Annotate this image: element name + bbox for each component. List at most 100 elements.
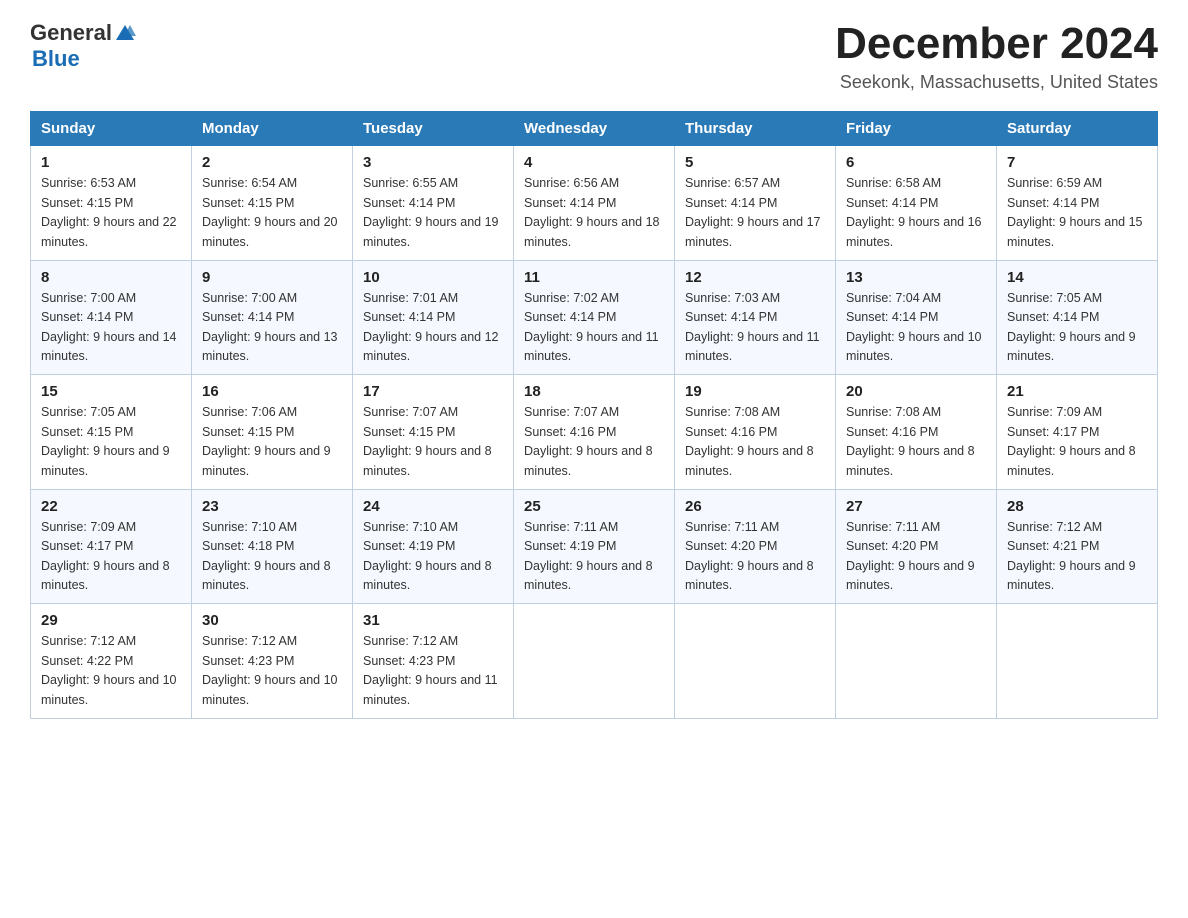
week-row-4: 22 Sunrise: 7:09 AMSunset: 4:17 PMDaylig…	[31, 489, 1158, 604]
day-info: Sunrise: 7:08 AMSunset: 4:16 PMDaylight:…	[846, 405, 975, 477]
col-monday: Monday	[192, 112, 353, 146]
col-friday: Friday	[836, 112, 997, 146]
day-info: Sunrise: 7:11 AMSunset: 4:20 PMDaylight:…	[685, 520, 814, 592]
day-number: 2	[202, 154, 342, 171]
day-number: 29	[41, 612, 181, 629]
day-info: Sunrise: 7:11 AMSunset: 4:20 PMDaylight:…	[846, 520, 975, 592]
day-cell: 12 Sunrise: 7:03 AMSunset: 4:14 PMDaylig…	[675, 260, 836, 375]
day-number: 12	[685, 269, 825, 286]
day-info: Sunrise: 7:12 AMSunset: 4:21 PMDaylight:…	[1007, 520, 1136, 592]
day-cell: 11 Sunrise: 7:02 AMSunset: 4:14 PMDaylig…	[514, 260, 675, 375]
month-title: December 2024	[835, 20, 1158, 68]
day-cell	[997, 604, 1158, 719]
day-number: 28	[1007, 498, 1147, 515]
day-cell: 5 Sunrise: 6:57 AMSunset: 4:14 PMDayligh…	[675, 146, 836, 261]
day-number: 6	[846, 154, 986, 171]
day-info: Sunrise: 7:03 AMSunset: 4:14 PMDaylight:…	[685, 291, 820, 363]
day-info: Sunrise: 7:04 AMSunset: 4:14 PMDaylight:…	[846, 291, 982, 363]
col-saturday: Saturday	[997, 112, 1158, 146]
day-cell: 27 Sunrise: 7:11 AMSunset: 4:20 PMDaylig…	[836, 489, 997, 604]
day-info: Sunrise: 7:02 AMSunset: 4:14 PMDaylight:…	[524, 291, 659, 363]
day-cell	[514, 604, 675, 719]
day-info: Sunrise: 7:07 AMSunset: 4:16 PMDaylight:…	[524, 405, 653, 477]
day-info: Sunrise: 6:59 AMSunset: 4:14 PMDaylight:…	[1007, 176, 1143, 248]
day-number: 3	[363, 154, 503, 171]
col-sunday: Sunday	[31, 112, 192, 146]
day-number: 26	[685, 498, 825, 515]
day-cell: 10 Sunrise: 7:01 AMSunset: 4:14 PMDaylig…	[353, 260, 514, 375]
day-cell: 25 Sunrise: 7:11 AMSunset: 4:19 PMDaylig…	[514, 489, 675, 604]
day-number: 14	[1007, 269, 1147, 286]
calendar-table: Sunday Monday Tuesday Wednesday Thursday…	[30, 111, 1158, 719]
day-cell: 22 Sunrise: 7:09 AMSunset: 4:17 PMDaylig…	[31, 489, 192, 604]
day-info: Sunrise: 7:12 AMSunset: 4:22 PMDaylight:…	[41, 634, 177, 706]
day-cell: 17 Sunrise: 7:07 AMSunset: 4:15 PMDaylig…	[353, 375, 514, 490]
day-number: 27	[846, 498, 986, 515]
day-number: 10	[363, 269, 503, 286]
week-row-2: 8 Sunrise: 7:00 AMSunset: 4:14 PMDayligh…	[31, 260, 1158, 375]
day-info: Sunrise: 7:05 AMSunset: 4:15 PMDaylight:…	[41, 405, 170, 477]
week-row-1: 1 Sunrise: 6:53 AMSunset: 4:15 PMDayligh…	[31, 146, 1158, 261]
day-cell	[836, 604, 997, 719]
day-number: 9	[202, 269, 342, 286]
day-number: 19	[685, 383, 825, 400]
week-row-5: 29 Sunrise: 7:12 AMSunset: 4:22 PMDaylig…	[31, 604, 1158, 719]
day-number: 22	[41, 498, 181, 515]
day-cell: 2 Sunrise: 6:54 AMSunset: 4:15 PMDayligh…	[192, 146, 353, 261]
day-cell: 31 Sunrise: 7:12 AMSunset: 4:23 PMDaylig…	[353, 604, 514, 719]
day-cell: 28 Sunrise: 7:12 AMSunset: 4:21 PMDaylig…	[997, 489, 1158, 604]
day-info: Sunrise: 7:09 AMSunset: 4:17 PMDaylight:…	[41, 520, 170, 592]
day-info: Sunrise: 6:53 AMSunset: 4:15 PMDaylight:…	[41, 176, 177, 248]
day-cell: 14 Sunrise: 7:05 AMSunset: 4:14 PMDaylig…	[997, 260, 1158, 375]
day-cell: 3 Sunrise: 6:55 AMSunset: 4:14 PMDayligh…	[353, 146, 514, 261]
day-info: Sunrise: 6:56 AMSunset: 4:14 PMDaylight:…	[524, 176, 660, 248]
day-number: 21	[1007, 383, 1147, 400]
day-number: 23	[202, 498, 342, 515]
day-number: 20	[846, 383, 986, 400]
day-cell: 8 Sunrise: 7:00 AMSunset: 4:14 PMDayligh…	[31, 260, 192, 375]
day-info: Sunrise: 7:09 AMSunset: 4:17 PMDaylight:…	[1007, 405, 1136, 477]
day-info: Sunrise: 7:10 AMSunset: 4:19 PMDaylight:…	[363, 520, 492, 592]
day-cell: 20 Sunrise: 7:08 AMSunset: 4:16 PMDaylig…	[836, 375, 997, 490]
day-number: 17	[363, 383, 503, 400]
day-number: 15	[41, 383, 181, 400]
day-number: 13	[846, 269, 986, 286]
day-info: Sunrise: 7:11 AMSunset: 4:19 PMDaylight:…	[524, 520, 653, 592]
day-info: Sunrise: 6:55 AMSunset: 4:14 PMDaylight:…	[363, 176, 499, 248]
day-number: 24	[363, 498, 503, 515]
day-number: 1	[41, 154, 181, 171]
day-cell: 19 Sunrise: 7:08 AMSunset: 4:16 PMDaylig…	[675, 375, 836, 490]
day-cell: 26 Sunrise: 7:11 AMSunset: 4:20 PMDaylig…	[675, 489, 836, 604]
logo-general-text: General	[30, 20, 112, 46]
day-number: 30	[202, 612, 342, 629]
day-number: 18	[524, 383, 664, 400]
day-number: 16	[202, 383, 342, 400]
day-cell: 18 Sunrise: 7:07 AMSunset: 4:16 PMDaylig…	[514, 375, 675, 490]
title-section: December 2024 Seekonk, Massachusetts, Un…	[835, 20, 1158, 93]
day-cell: 30 Sunrise: 7:12 AMSunset: 4:23 PMDaylig…	[192, 604, 353, 719]
day-number: 7	[1007, 154, 1147, 171]
day-cell: 21 Sunrise: 7:09 AMSunset: 4:17 PMDaylig…	[997, 375, 1158, 490]
col-tuesday: Tuesday	[353, 112, 514, 146]
day-cell: 23 Sunrise: 7:10 AMSunset: 4:18 PMDaylig…	[192, 489, 353, 604]
day-cell	[675, 604, 836, 719]
day-info: Sunrise: 7:06 AMSunset: 4:15 PMDaylight:…	[202, 405, 331, 477]
week-row-3: 15 Sunrise: 7:05 AMSunset: 4:15 PMDaylig…	[31, 375, 1158, 490]
day-number: 11	[524, 269, 664, 286]
day-number: 8	[41, 269, 181, 286]
day-cell: 16 Sunrise: 7:06 AMSunset: 4:15 PMDaylig…	[192, 375, 353, 490]
day-cell: 1 Sunrise: 6:53 AMSunset: 4:15 PMDayligh…	[31, 146, 192, 261]
day-info: Sunrise: 7:10 AMSunset: 4:18 PMDaylight:…	[202, 520, 331, 592]
day-info: Sunrise: 7:07 AMSunset: 4:15 PMDaylight:…	[363, 405, 492, 477]
day-cell: 13 Sunrise: 7:04 AMSunset: 4:14 PMDaylig…	[836, 260, 997, 375]
day-info: Sunrise: 6:57 AMSunset: 4:14 PMDaylight:…	[685, 176, 821, 248]
day-info: Sunrise: 7:00 AMSunset: 4:14 PMDaylight:…	[202, 291, 338, 363]
location-title: Seekonk, Massachusetts, United States	[835, 72, 1158, 93]
page-header: General Blue December 2024 Seekonk, Mass…	[30, 20, 1158, 93]
day-cell: 15 Sunrise: 7:05 AMSunset: 4:15 PMDaylig…	[31, 375, 192, 490]
weekday-header-row: Sunday Monday Tuesday Wednesday Thursday…	[31, 112, 1158, 146]
day-info: Sunrise: 7:12 AMSunset: 4:23 PMDaylight:…	[363, 634, 498, 706]
day-number: 4	[524, 154, 664, 171]
day-number: 31	[363, 612, 503, 629]
day-info: Sunrise: 7:12 AMSunset: 4:23 PMDaylight:…	[202, 634, 338, 706]
